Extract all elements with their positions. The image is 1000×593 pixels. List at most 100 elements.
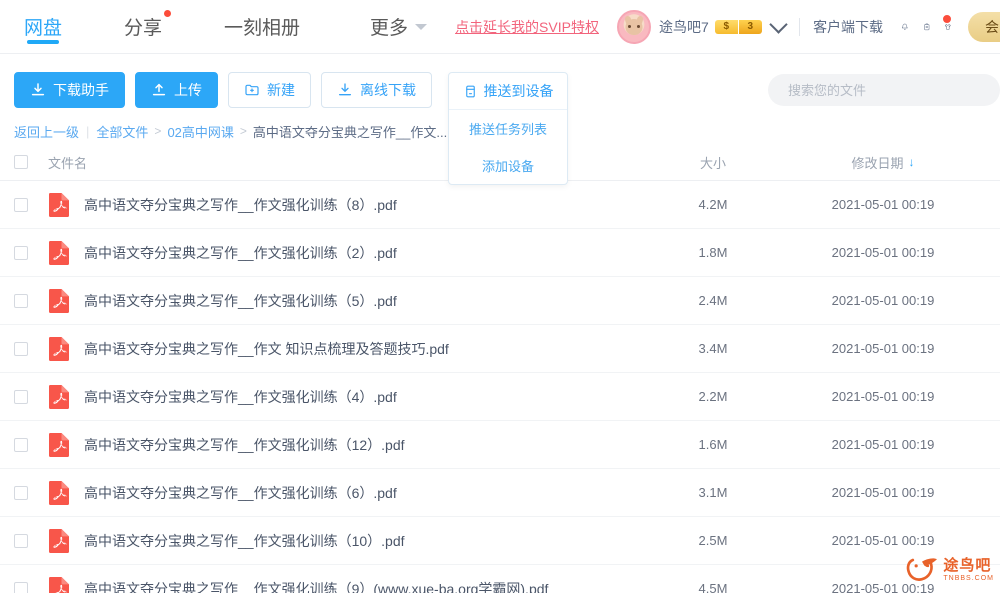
- new-folder-button[interactable]: 新建: [228, 72, 311, 108]
- offline-download-button[interactable]: 离线下载: [321, 72, 432, 108]
- table-row[interactable]: 高中语文夺分宝典之写作__作文强化训练（6）.pdf 3.1M 2021-05-01…: [0, 468, 1000, 516]
- file-modified-date: 2021-05-01 00:19: [831, 581, 935, 593]
- file-size: 4.5M: [698, 581, 728, 593]
- file-size: 1.6M: [698, 437, 728, 452]
- table-row[interactable]: 高中语文夺分宝典之写作__作文强化训练（9）(www.xue-ba.org学霸网…: [0, 564, 1000, 593]
- search-container: [768, 74, 1000, 106]
- push-to-device-button[interactable]: 推送到设备: [449, 73, 567, 110]
- file-name: 高中语文夺分宝典之写作__作文 知识点梳理及答题技巧.pdf: [84, 340, 449, 357]
- coin-badge-level: 3: [738, 19, 762, 34]
- breadcrumb-back-link[interactable]: 返回上一级: [14, 122, 79, 141]
- add-device-menu-item[interactable]: 添加设备: [449, 147, 567, 184]
- row-checkbox[interactable]: [14, 341, 28, 356]
- breadcrumb-item-folder[interactable]: 02高中网课: [167, 122, 233, 141]
- pdf-icon: [48, 240, 70, 266]
- vip-membership-button[interactable]: 会员: [967, 11, 1000, 42]
- row-checkbox[interactable]: [14, 533, 28, 548]
- table-row[interactable]: 高中语文夺分宝典之写作__作文强化训练（10）.pdf 2.5M 2021-05-0…: [0, 516, 1000, 564]
- file-size: 1.8M: [698, 245, 728, 260]
- tshirt-icon[interactable]: [941, 13, 952, 40]
- baidu-netdisk-page: 网盘 分享 一刻相册 更多 点击延长我的SVIP特权 途鸟吧7 $ 3 客户端下…: [0, 0, 1000, 593]
- breadcrumb-item-all-files[interactable]: 全部文件: [96, 122, 148, 141]
- chevron-down-icon: [415, 23, 428, 30]
- select-all-checkbox[interactable]: [14, 155, 28, 169]
- download-helper-label: 下载助手: [53, 82, 109, 98]
- file-modified-date: 2021-05-01 00:19: [831, 293, 935, 308]
- table-row[interactable]: 高中语文夺分宝典之写作__作文强化训练（12）.pdf 1.6M 2021-05-0…: [0, 420, 1000, 468]
- row-checkbox[interactable]: [14, 485, 28, 500]
- row-checkbox[interactable]: [14, 437, 28, 452]
- table-row[interactable]: 高中语文夺分宝典之写作__作文强化训练（5）.pdf 2.4M 2021-05-01…: [0, 276, 1000, 324]
- file-size: 3.1M: [698, 485, 728, 500]
- nav-tab-photo-album[interactable]: 一刻相册: [224, 0, 300, 53]
- column-header-date[interactable]: 修改日期 ↓: [788, 153, 978, 172]
- file-name: 高中语文夺分宝典之写作__作文强化训练（8）.pdf: [84, 196, 397, 213]
- breadcrumb-separator-icon: >: [239, 124, 247, 138]
- search-box[interactable]: [768, 74, 1000, 106]
- file-name: 高中语文夺分宝典之写作__作文强化训练（6）.pdf: [84, 484, 397, 501]
- pdf-icon: [48, 336, 70, 362]
- tshirt-notification-badge: [941, 13, 952, 24]
- new-notification-dot-icon: [164, 10, 172, 17]
- row-checkbox[interactable]: [14, 245, 28, 260]
- file-size: 4.2M: [698, 197, 728, 212]
- row-checkbox[interactable]: [14, 293, 28, 308]
- file-modified-date: 2021-05-01 00:19: [831, 197, 935, 212]
- nav-tab-list: 网盘 分享 一刻相册 更多: [0, 0, 428, 53]
- client-download-link[interactable]: 客户端下载: [813, 17, 883, 37]
- file-modified-date: 2021-05-01 00:19: [831, 245, 935, 260]
- pdf-icon: [48, 432, 70, 458]
- coin-badge-currency: $: [714, 19, 738, 34]
- file-modified-date: 2021-05-01 00:19: [831, 341, 935, 356]
- file-size: 2.2M: [698, 389, 728, 404]
- file-modified-date: 2021-05-01 00:19: [831, 533, 935, 548]
- push-to-device-menu: 推送到设备 推送任务列表 添加设备: [448, 72, 568, 185]
- column-header-size[interactable]: 大小: [638, 153, 788, 172]
- file-name: 高中语文夺分宝典之写作__作文强化训练（12）.pdf: [84, 436, 405, 453]
- bell-icon[interactable]: [901, 14, 909, 40]
- file-size: 2.5M: [698, 533, 728, 548]
- download-helper-button[interactable]: 下载助手: [14, 72, 125, 108]
- nav-tab-share[interactable]: 分享: [124, 0, 172, 53]
- row-checkbox[interactable]: [14, 581, 28, 593]
- file-name: 高中语文夺分宝典之写作__作文强化训练（9）(www.xue-ba.org学霸网…: [84, 580, 549, 593]
- user-menu-chevron-down-icon[interactable]: [769, 14, 788, 34]
- breadcrumb-divider: |: [86, 123, 90, 139]
- push-to-device-label: 推送到设备: [483, 83, 554, 99]
- table-row[interactable]: 高中语文夺分宝典之写作__作文强化训练（8）.pdf 4.2M 2021-05-01…: [0, 180, 1000, 228]
- upload-button[interactable]: 上传: [135, 72, 218, 108]
- nav-tab-netdisk[interactable]: 网盘: [24, 0, 62, 53]
- username-label: 途鸟吧7: [658, 18, 709, 35]
- row-checkbox[interactable]: [14, 197, 28, 212]
- table-row[interactable]: 高中语文夺分宝典之写作__作文强化训练（4）.pdf 2.2M 2021-05-01…: [0, 372, 1000, 420]
- svip-extend-link[interactable]: 点击延长我的SVIP特权: [455, 17, 599, 37]
- pdf-icon: [48, 192, 70, 218]
- pdf-icon: [48, 384, 70, 410]
- offline-download-label: 离线下载: [360, 82, 416, 98]
- avatar[interactable]: [616, 9, 651, 44]
- avatar-eye-left: [627, 24, 631, 28]
- coin-badge-group: $ 3: [714, 19, 762, 34]
- new-folder-label: 新建: [267, 82, 295, 98]
- table-row[interactable]: 高中语文夺分宝典之写作__作文强化训练（2）.pdf 1.8M 2021-05-01…: [0, 228, 1000, 276]
- file-name: 高中语文夺分宝典之写作__作文强化训练（4）.pdf: [84, 388, 397, 405]
- search-input[interactable]: [786, 81, 982, 99]
- nav-tab-active-underline: [27, 40, 59, 44]
- nav-tab-share-label: 分享: [124, 18, 163, 39]
- table-row[interactable]: 高中语文夺分宝典之写作__作文 知识点梳理及答题技巧.pdf 3.4M 2021-0…: [0, 324, 1000, 372]
- file-size: 3.4M: [698, 341, 728, 356]
- file-modified-date: 2021-05-01 00:19: [831, 485, 935, 500]
- upload-label: 上传: [174, 82, 202, 98]
- file-modified-date: 2021-05-01 00:19: [831, 389, 935, 404]
- avatar-eye-right: [636, 24, 640, 28]
- top-navigation-bar: 网盘 分享 一刻相册 更多 点击延长我的SVIP特权 途鸟吧7 $ 3 客户端下…: [0, 0, 1000, 54]
- nav-tab-netdisk-label: 网盘: [24, 18, 63, 39]
- push-task-list-menu-item[interactable]: 推送任务列表: [449, 110, 567, 147]
- file-name: 高中语文夺分宝典之写作__作文强化训练（10）.pdf: [84, 532, 405, 549]
- file-name: 高中语文夺分宝典之写作__作文强化训练（2）.pdf: [84, 244, 397, 261]
- pdf-icon: [48, 480, 70, 506]
- user-account-block[interactable]: 途鸟吧7 $ 3: [616, 9, 788, 44]
- row-checkbox[interactable]: [14, 389, 28, 404]
- nav-tab-more[interactable]: 更多: [370, 0, 428, 53]
- clipboard-icon[interactable]: [923, 14, 931, 40]
